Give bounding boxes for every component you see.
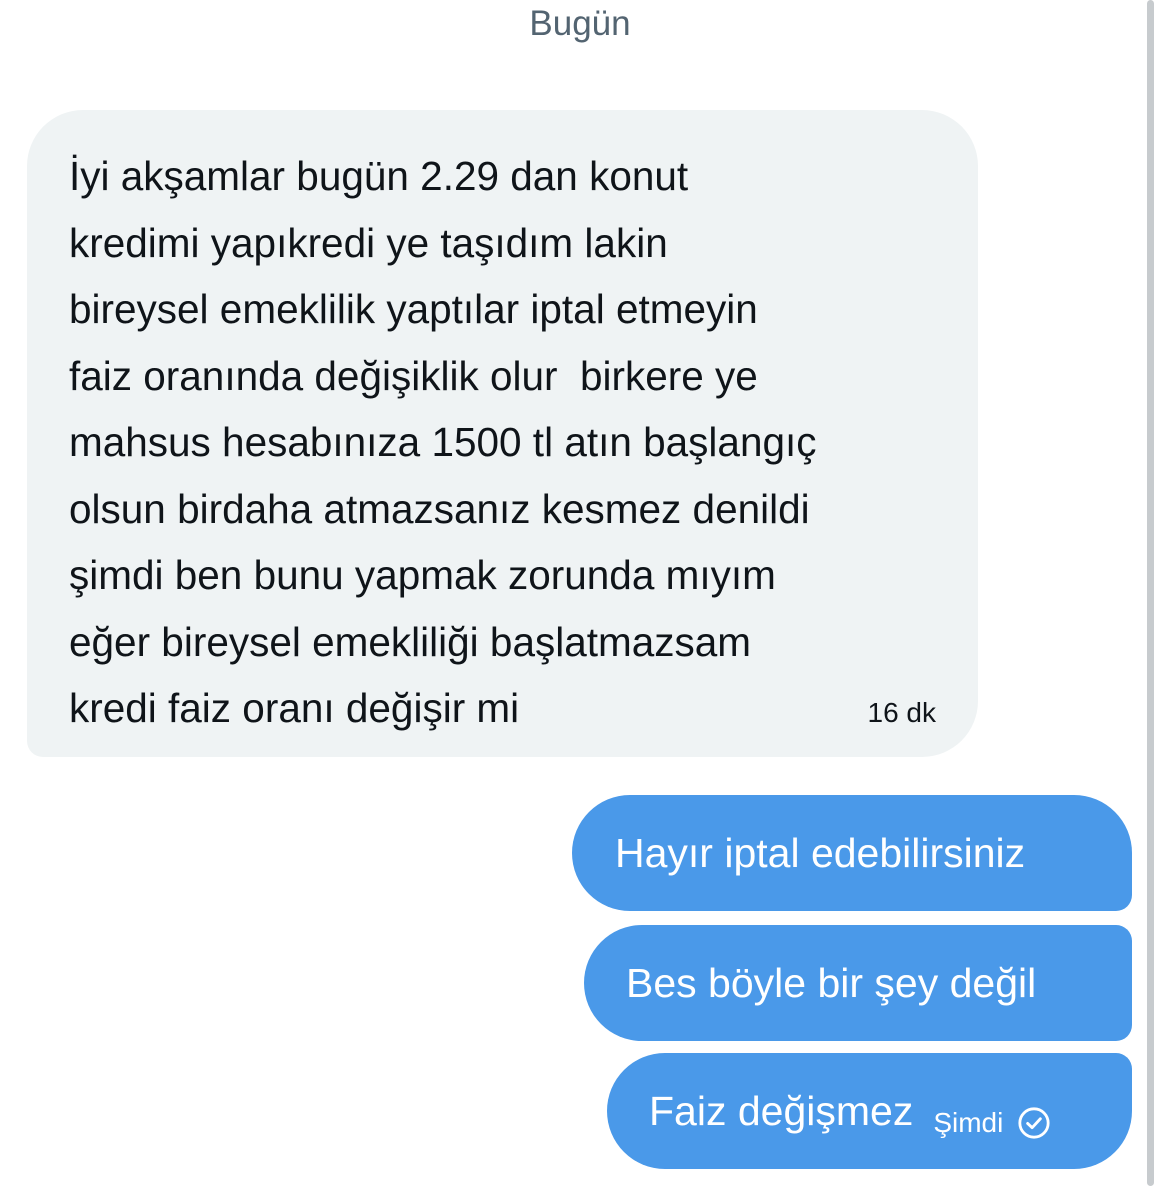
check-circle-icon xyxy=(1018,1107,1050,1139)
incoming-message-time: 16 dk xyxy=(867,697,937,728)
scrollbar[interactable] xyxy=(1147,0,1154,1186)
incoming-message-text: İyi akşamlar bugün 2.29 dan konut kredim… xyxy=(69,153,817,731)
message-status: Şimdi xyxy=(933,1106,1051,1140)
outgoing-message-text: Bes böyle bir şey değil xyxy=(626,959,1037,1006)
outgoing-message-bubble[interactable]: Bes böyle bir şey değil xyxy=(584,925,1132,1041)
incoming-message-bubble[interactable]: İyi akşamlar bugün 2.29 dan konut kredim… xyxy=(27,110,978,757)
outgoing-message-bubble[interactable]: Hayır iptal edebilirsiniz xyxy=(572,795,1132,911)
outgoing-message-text: Hayır iptal edebilirsiniz xyxy=(615,829,1026,876)
outgoing-message-time: Şimdi xyxy=(933,1107,1004,1138)
outgoing-message-text: Faiz değişmez xyxy=(649,1087,914,1134)
outgoing-message-bubble[interactable]: Faiz değişmez Şimdi xyxy=(607,1053,1132,1169)
date-separator: Bugün xyxy=(529,4,631,43)
